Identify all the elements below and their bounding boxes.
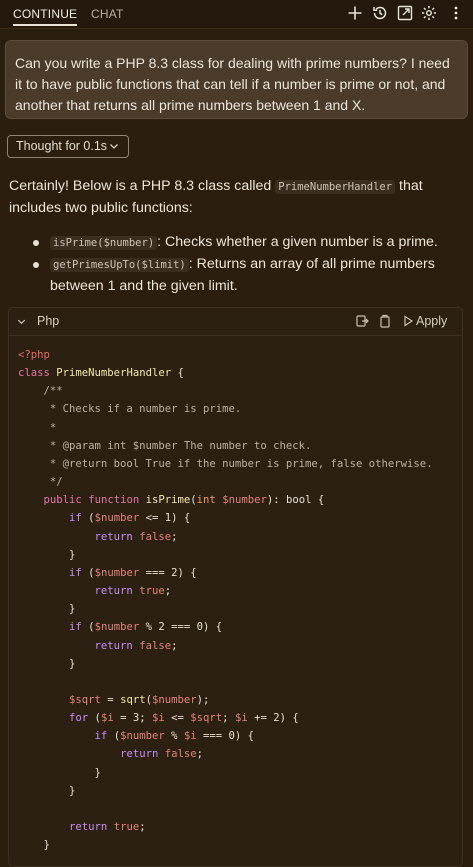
plus-icon[interactable] [346, 4, 364, 22]
tab-chat[interactable]: CHAT [91, 7, 124, 21]
inline-code: getPrimesUpTo($limit) [50, 258, 189, 272]
response-intro: Certainly! Below is a PHP 8.3 class call… [9, 176, 469, 219]
thought-toggle-button[interactable]: Thought for 0.1s [7, 135, 129, 158]
bullet-dot [33, 262, 39, 268]
code-block-header: Php Apply [9, 308, 462, 336]
open-external-icon[interactable] [396, 4, 414, 22]
code-block: Php Apply <?php class PrimeNumberHandler… [8, 307, 463, 867]
top-bar: CONTINUE CHAT [0, 0, 473, 29]
copy-icon[interactable] [378, 314, 392, 328]
thought-label: Thought for 0.1s [16, 139, 108, 153]
function-list: isPrime($number): Checks whether a given… [30, 232, 450, 297]
more-icon[interactable] [447, 4, 465, 22]
tab-continue[interactable]: CONTINUE [13, 7, 78, 26]
prompt-text: Can you write a PHP 8.3 class for dealin… [15, 55, 450, 113]
chevron-down-icon [108, 140, 120, 152]
code-language-label: Php [37, 314, 60, 328]
list-item-text: : Checks whether a given number is a pri… [157, 234, 438, 250]
gear-icon[interactable] [420, 4, 438, 22]
inline-code-class-name: PrimeNumberHandler [275, 180, 396, 194]
insert-at-cursor-icon[interactable] [355, 314, 369, 328]
list-item: getPrimesUpTo($limit): Returns an array … [30, 254, 450, 297]
apply-play-icon[interactable] [401, 314, 415, 328]
intro-before: Certainly! Below is a PHP 8.3 class call… [9, 178, 276, 194]
inline-code: isPrime($number) [50, 236, 158, 250]
apply-button[interactable]: Apply [416, 314, 447, 328]
bullet-dot [33, 240, 39, 246]
collapse-chevron-icon[interactable] [16, 316, 27, 327]
code-content: <?php class PrimeNumberHandler { /** * C… [18, 349, 433, 852]
history-icon[interactable] [371, 4, 389, 22]
list-item: isPrime($number): Checks whether a given… [30, 232, 450, 254]
user-prompt: Can you write a PHP 8.3 class for dealin… [5, 40, 468, 119]
